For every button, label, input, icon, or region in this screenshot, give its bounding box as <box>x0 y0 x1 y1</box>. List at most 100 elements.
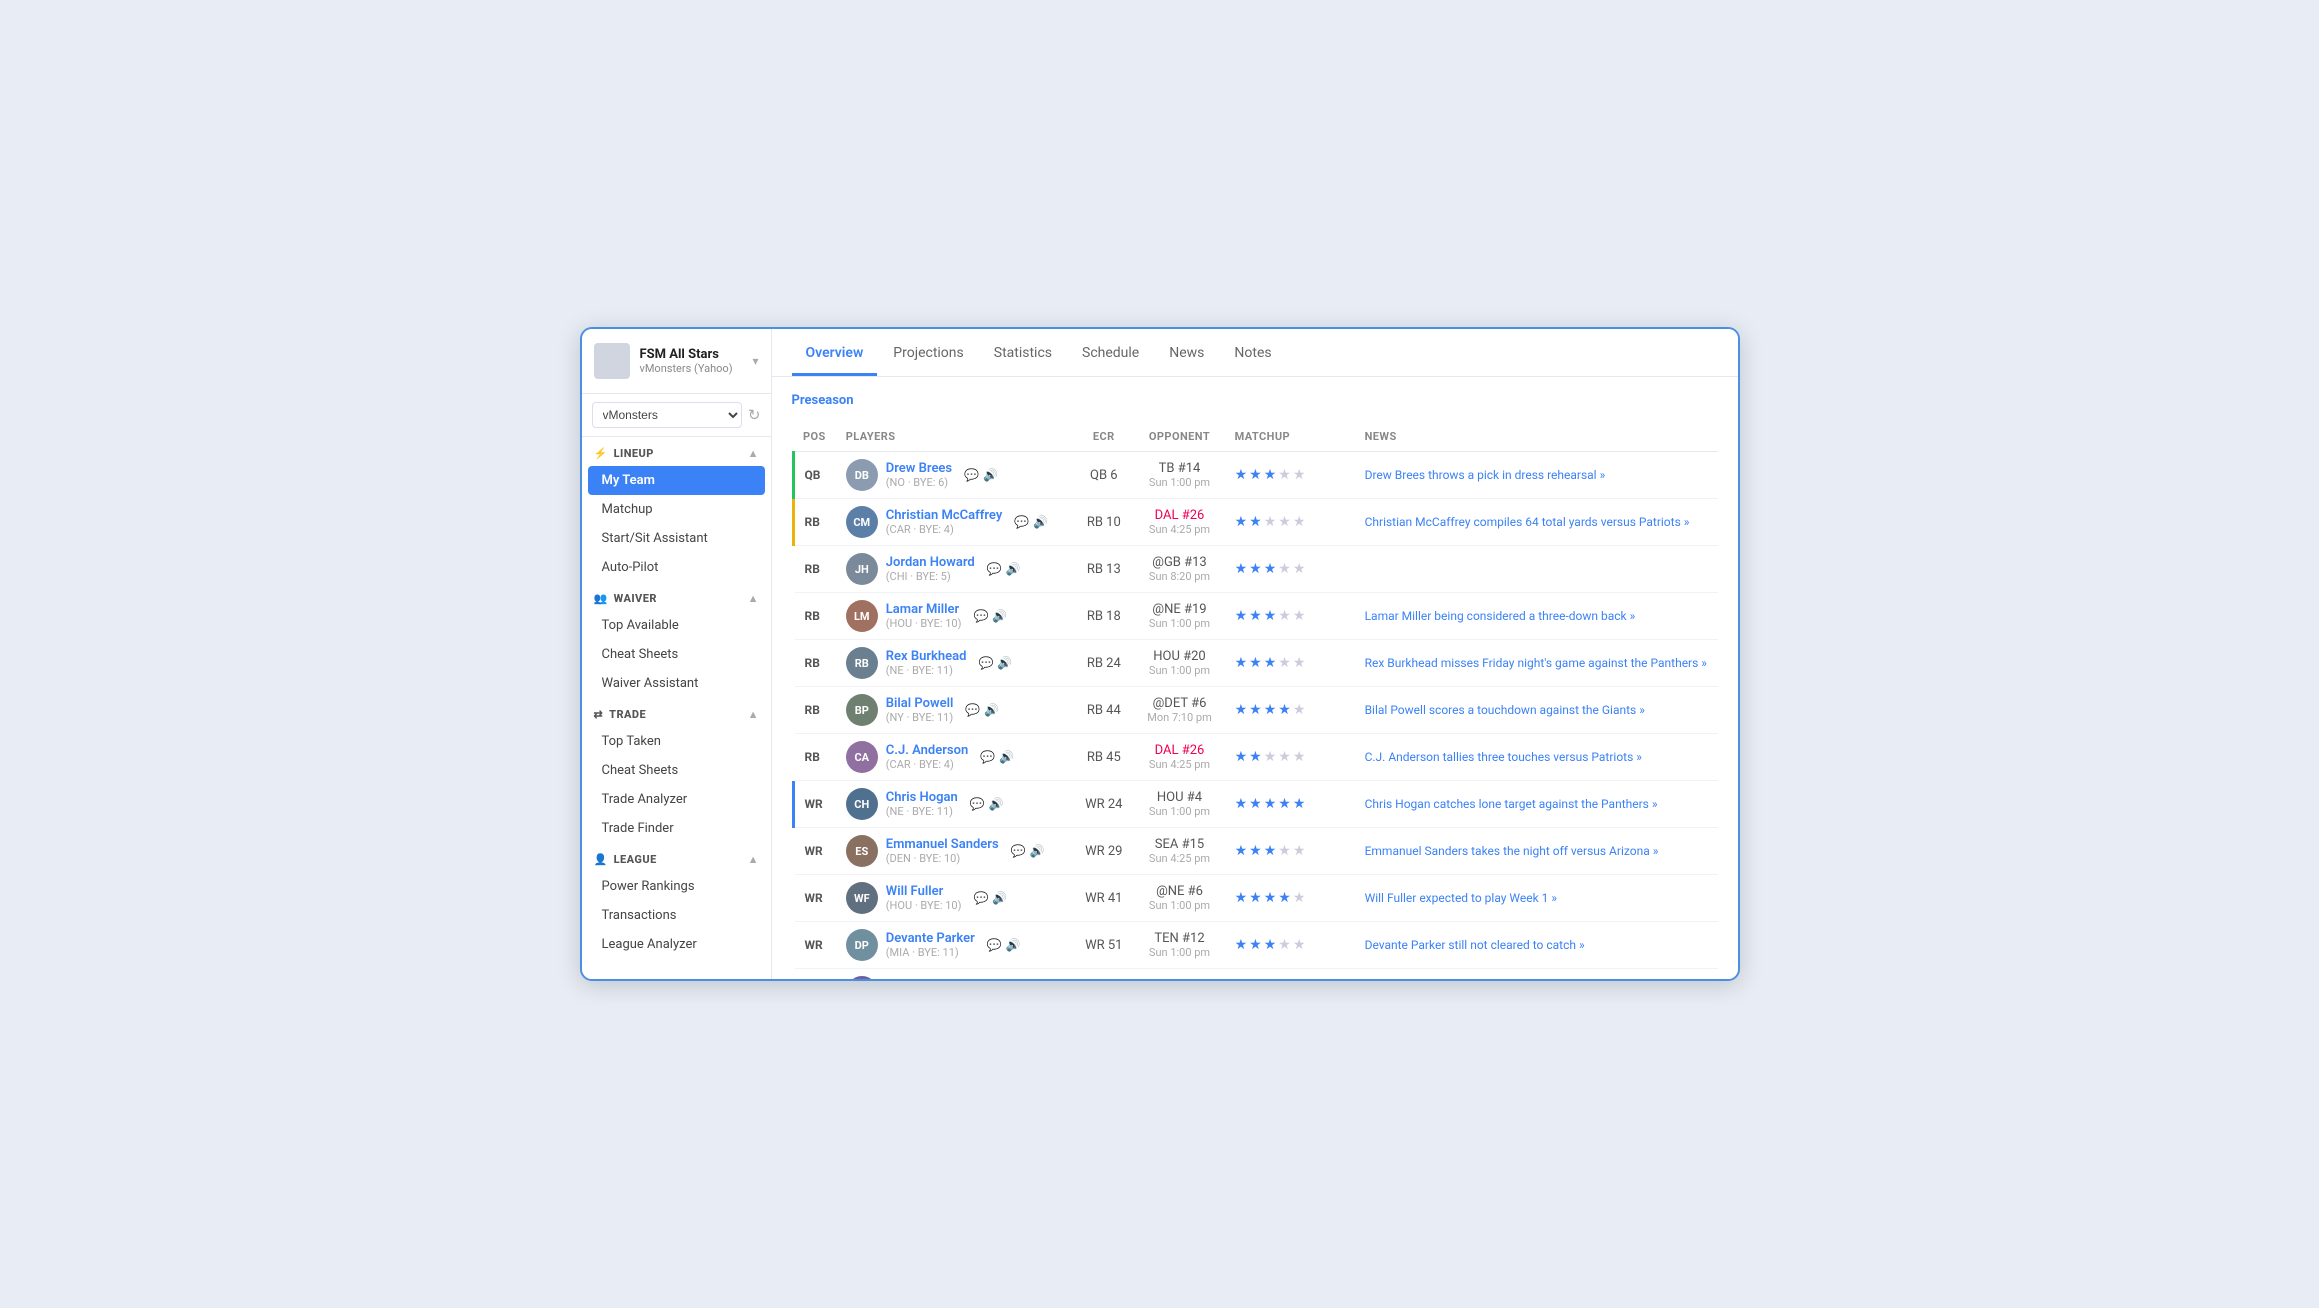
chat-icon[interactable]: 💬 <box>970 797 985 811</box>
player-icons: 💬 🔊 <box>973 609 1007 623</box>
sidebar-item-trade-finder[interactable]: Trade Finder <box>582 814 771 843</box>
news-cell[interactable]: Christian McCaffrey compiles 64 total ya… <box>1355 499 1718 546</box>
audio-icon[interactable]: 🔊 <box>997 656 1012 670</box>
news-cell[interactable]: Mike Williams inactive versus San Franci… <box>1355 969 1718 980</box>
league-select[interactable]: vMonsters <box>592 402 742 428</box>
lineup-section-header: ⚡ LINEUP ▲ <box>582 437 771 466</box>
sidebar-item-trade-analyzer[interactable]: Trade Analyzer <box>582 785 771 814</box>
audio-icon[interactable]: 🔊 <box>992 609 1007 623</box>
sidebar-item-matchup[interactable]: Matchup <box>582 495 771 524</box>
news-cell[interactable]: Bilal Powell scores a touchdown against … <box>1355 687 1718 734</box>
chat-icon[interactable]: 💬 <box>973 891 988 905</box>
player-name[interactable]: Christian McCaffrey <box>886 508 1003 523</box>
audio-icon[interactable]: 🔊 <box>1030 844 1045 858</box>
game-time: Sun 4:25 pm <box>1144 852 1214 865</box>
player-name[interactable]: Rex Burkhead <box>886 649 967 664</box>
news-cell[interactable]: C.J. Anderson tallies three touches vers… <box>1355 734 1718 781</box>
star: ★ <box>1278 608 1291 624</box>
tab-statistics[interactable]: Statistics <box>980 329 1066 376</box>
lineup-toggle[interactable]: ▲ <box>748 447 759 460</box>
player-name[interactable]: Will Fuller <box>886 884 962 899</box>
sidebar-section-waiver: 👥 WAIVER ▲ Top Available Cheat Sheets Wa… <box>582 582 771 698</box>
player-pos: RB <box>793 640 836 687</box>
audio-icon[interactable]: 🔊 <box>1006 562 1021 576</box>
tab-notes[interactable]: Notes <box>1220 329 1285 376</box>
news-cell[interactable]: Drew Brees throws a pick in dress rehear… <box>1355 452 1718 499</box>
sidebar-item-transactions[interactable]: Transactions <box>582 901 771 930</box>
sidebar-chevron-icon[interactable]: ▾ <box>752 354 758 368</box>
news-cell[interactable]: Will Fuller expected to play Week 1 » <box>1355 875 1718 922</box>
trade-section-title: ⇄ TRADE <box>594 708 647 721</box>
chat-icon[interactable]: 💬 <box>980 750 995 764</box>
news-cell[interactable]: Devante Parker still not cleared to catc… <box>1355 922 1718 969</box>
sidebar-item-trade-cheat-sheets[interactable]: Cheat Sheets <box>582 756 771 785</box>
matchup-cell: ★★★★★ <box>1225 734 1355 781</box>
star: ★ <box>1264 561 1277 577</box>
sidebar-item-power-rankings[interactable]: Power Rankings <box>582 872 771 901</box>
player-avatar: CA <box>846 741 878 773</box>
chat-icon[interactable]: 💬 <box>987 562 1002 576</box>
audio-icon[interactable]: 🔊 <box>999 750 1014 764</box>
sidebar-item-league-analyzer[interactable]: League Analyzer <box>582 930 771 959</box>
news-cell[interactable]: Chris Hogan catches lone target against … <box>1355 781 1718 828</box>
player-cell: RB Rex Burkhead (NE · BYE: 11) 💬 🔊 <box>836 640 1073 687</box>
player-pos: WR <box>793 828 836 875</box>
player-pos: WR <box>793 875 836 922</box>
sidebar-item-my-team[interactable]: My Team <box>588 466 765 495</box>
player-name[interactable]: Devante Parker <box>886 931 975 946</box>
star: ★ <box>1293 702 1306 718</box>
audio-icon[interactable]: 🔊 <box>1006 938 1021 952</box>
star: ★ <box>1249 749 1262 765</box>
chat-icon[interactable]: 💬 <box>964 468 979 482</box>
news-cell[interactable]: Lamar Miller being considered a three-do… <box>1355 593 1718 640</box>
chat-icon[interactable]: 💬 <box>978 656 993 670</box>
player-name[interactable]: Chris Hogan <box>886 790 958 805</box>
sidebar-item-auto-pilot[interactable]: Auto-Pilot <box>582 553 771 582</box>
chat-icon[interactable]: 💬 <box>1014 515 1029 529</box>
player-name[interactable]: C.J. Anderson <box>886 743 968 758</box>
tab-news[interactable]: News <box>1155 329 1218 376</box>
sidebar-item-top-taken[interactable]: Top Taken <box>582 727 771 756</box>
audio-icon[interactable]: 🔊 <box>984 703 999 717</box>
player-cell: DP Devante Parker (MIA · BYE: 11) 💬 🔊 <box>836 922 1073 969</box>
sidebar-item-start-sit[interactable]: Start/Sit Assistant <box>582 524 771 553</box>
player-name[interactable]: Emmanuel Sanders <box>886 837 999 852</box>
tab-overview[interactable]: Overview <box>792 329 878 376</box>
player-name[interactable]: Bilal Powell <box>886 696 954 711</box>
tab-projections[interactable]: Projections <box>879 329 977 376</box>
game-time: Sun 1:00 pm <box>1144 805 1214 818</box>
player-name[interactable]: Drew Brees <box>886 461 952 476</box>
player-meta: (HOU · BYE: 10) <box>886 617 962 630</box>
sidebar-item-top-available[interactable]: Top Available <box>582 611 771 640</box>
player-name[interactable]: Lamar Miller <box>886 602 962 617</box>
news-cell[interactable]: Emmanuel Sanders takes the night off ver… <box>1355 828 1718 875</box>
sidebar-item-waiver-cheat-sheets[interactable]: Cheat Sheets <box>582 640 771 669</box>
star: ★ <box>1235 937 1248 953</box>
chat-icon[interactable]: 💬 <box>965 703 980 717</box>
tab-schedule[interactable]: Schedule <box>1068 329 1153 376</box>
sidebar-header: FSM All Stars vMonsters (Yahoo) ▾ <box>582 329 771 394</box>
game-time: Mon 7:10 pm <box>1144 711 1214 724</box>
star: ★ <box>1278 890 1291 906</box>
audio-icon[interactable]: 🔊 <box>983 468 998 482</box>
chat-icon[interactable]: 💬 <box>987 938 1002 952</box>
player-meta: (CAR · BYE: 4) <box>886 758 968 771</box>
league-toggle[interactable]: ▲ <box>748 853 759 866</box>
star: ★ <box>1249 843 1262 859</box>
sidebar-section-league: 👤 LEAGUE ▲ Power Rankings Transactions L… <box>582 843 771 959</box>
player-name[interactable]: Jordan Howard <box>886 555 975 570</box>
waiver-toggle[interactable]: ▲ <box>748 592 759 605</box>
player-name[interactable]: Mike Williams <box>886 978 968 979</box>
news-cell[interactable]: Rex Burkhead misses Friday night's game … <box>1355 640 1718 687</box>
trade-toggle[interactable]: ▲ <box>748 708 759 721</box>
chat-icon[interactable]: 💬 <box>1011 844 1026 858</box>
refresh-button[interactable]: ↻ <box>748 406 761 424</box>
matchup-cell: ★★★★★ <box>1225 781 1355 828</box>
audio-icon[interactable]: 🔊 <box>1033 515 1048 529</box>
audio-icon[interactable]: 🔊 <box>992 891 1007 905</box>
chat-icon[interactable]: 💬 <box>973 609 988 623</box>
star: ★ <box>1235 655 1248 671</box>
game-time: Sun 1:00 pm <box>1144 617 1214 630</box>
audio-icon[interactable]: 🔊 <box>989 797 1004 811</box>
sidebar-item-waiver-assistant[interactable]: Waiver Assistant <box>582 669 771 698</box>
